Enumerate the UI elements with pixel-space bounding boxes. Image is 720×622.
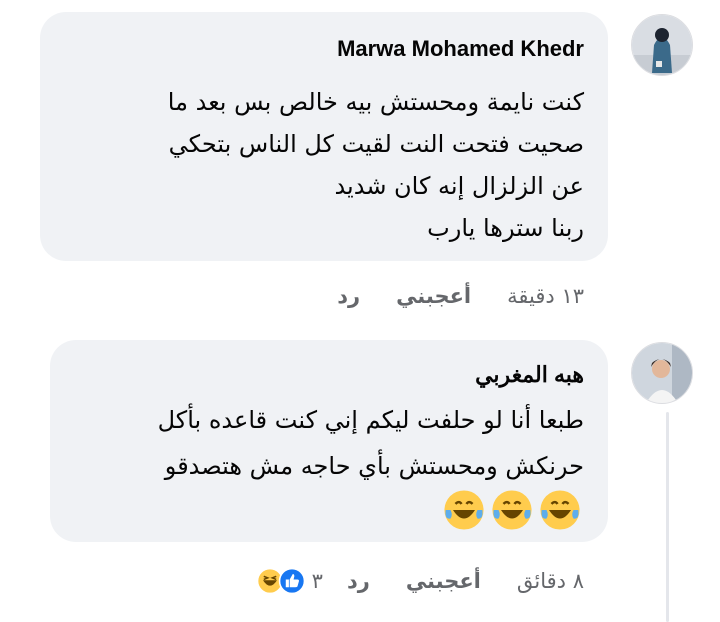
- reply-button[interactable]: رد: [337, 284, 360, 308]
- comment-text-line: ربنا سترها يارب: [427, 214, 584, 242]
- like-button[interactable]: أعجبني: [396, 284, 471, 308]
- comment-actions: ١٣ دقيقة أعجبني رد: [301, 284, 584, 308]
- comment-text-line: صحيت فتحت النت لقيت كل الناس بتحكي: [168, 130, 584, 158]
- avatar-photo-icon: [632, 15, 692, 75]
- comment-bubble: هبه المغربي طبعا أنا لو حلفت ليكم إني كن…: [50, 340, 608, 542]
- comment-author[interactable]: Marwa Mohamed Khedr: [337, 36, 584, 62]
- laughing-tears-emoji-icon: [492, 490, 532, 530]
- comment-bubble: Marwa Mohamed Khedr كنت نايمة ومحستش بيه…: [40, 12, 608, 261]
- comment-actions: ٨ دقائق أعجبني رد ٣: [256, 567, 584, 595]
- avatar[interactable]: [631, 342, 693, 404]
- avatar-photo-icon: [632, 343, 692, 403]
- reaction-summary[interactable]: ٣: [256, 567, 323, 595]
- like-reaction-icon: [278, 567, 305, 595]
- comment-text-line: طبعا أنا لو حلفت ليكم إني كنت قاعده بأكل: [157, 406, 584, 434]
- like-button[interactable]: أعجبني: [406, 569, 481, 593]
- reaction-count: ٣: [311, 569, 323, 593]
- emoji-row: [438, 488, 582, 532]
- comment-text-line: كنت نايمة ومحستش بيه خالص بس بعد ما: [167, 88, 584, 116]
- comment-text-line: عن الزلزال إنه كان شديد: [334, 172, 584, 200]
- thread-line: [666, 412, 669, 622]
- comment-timestamp[interactable]: ٨ دقائق: [517, 569, 584, 593]
- avatar[interactable]: [631, 14, 693, 76]
- comment-timestamp[interactable]: ١٣ دقيقة: [507, 284, 584, 308]
- comment-author[interactable]: هبه المغربي: [475, 362, 584, 388]
- laughing-tears-emoji-icon: [444, 490, 484, 530]
- laughing-tears-emoji-icon: [540, 490, 580, 530]
- reply-button[interactable]: رد: [347, 569, 370, 593]
- comment-text-line: حرنكش ومحستش بأي حاجه مش هتصدقو: [164, 452, 584, 480]
